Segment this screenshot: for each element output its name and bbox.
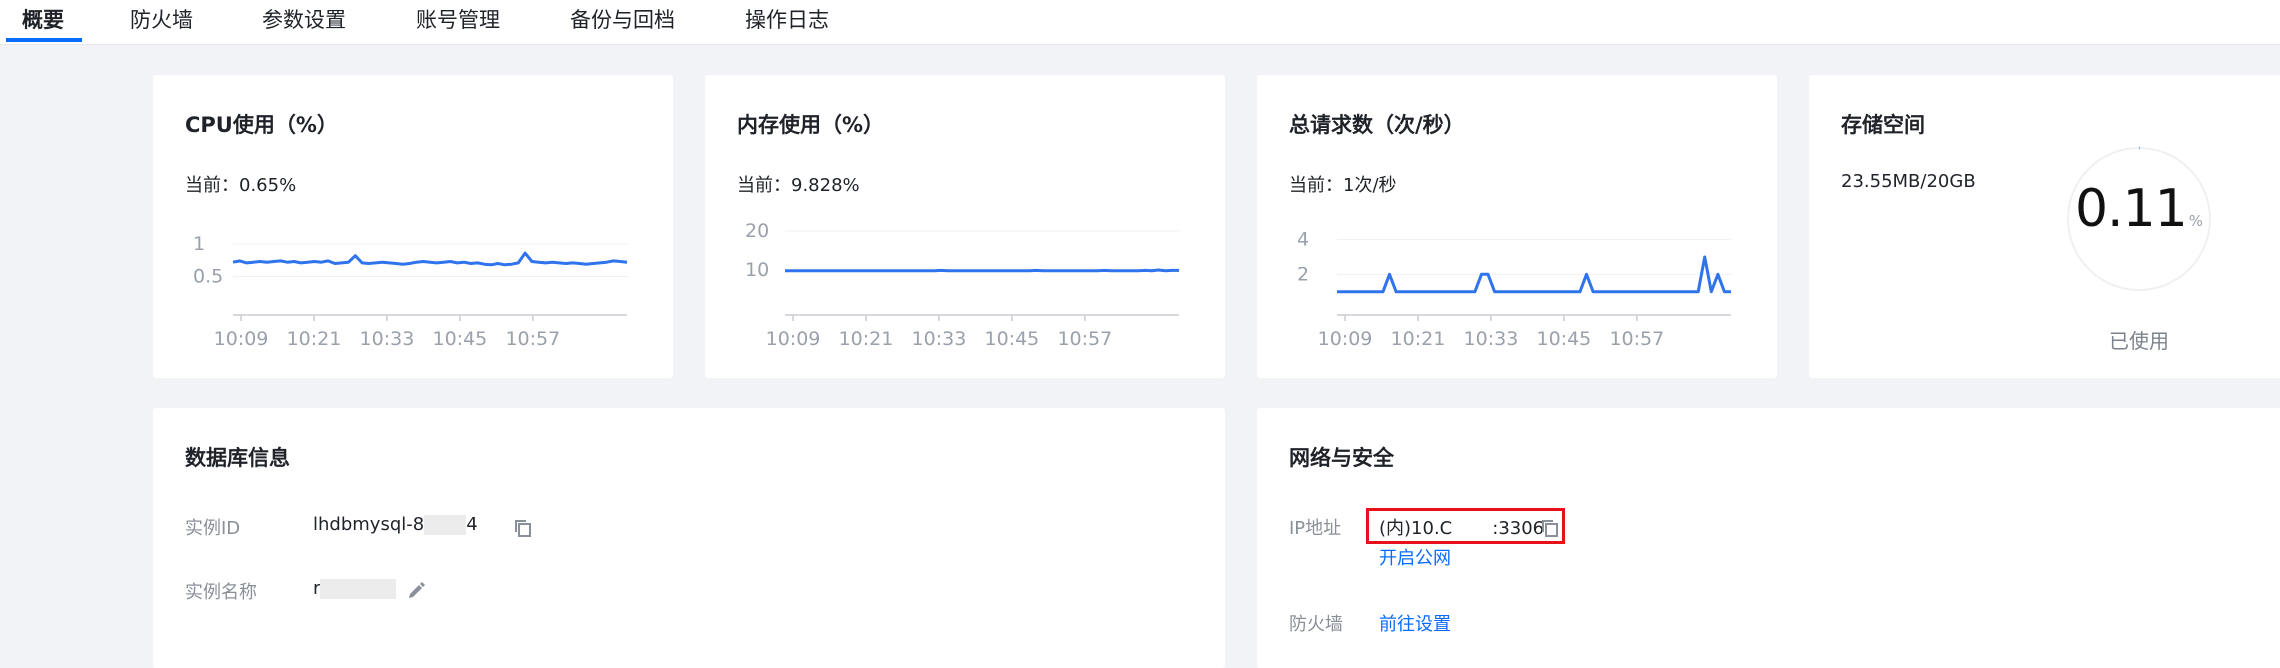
storage-used-caption: 已使用 [2109,329,2169,353]
redacted-block [424,515,467,535]
database-info-title: 数据库信息 [185,446,290,470]
requests-current-value: 当前：1次/秒 [1289,175,1397,196]
network-security-title: 网络与安全 [1289,446,1394,470]
ip-highlight-box [1366,508,1565,544]
instance-id-label: 实例ID [185,518,241,539]
copy-icon[interactable] [513,518,533,538]
instance-id-suffix: 4 [466,514,478,535]
x-tick-label: 10:45 [433,328,488,350]
memory-usage-card: 内存使用（%） 当前：9.828% 20 10 10:09 10:21 10:33 10:… [705,75,1225,378]
cpu-card-title: CPU使用（%） [185,113,338,137]
instance-id-value: lhdbmysql-8 4 [313,514,478,535]
x-tick-label: 10:45 [985,328,1040,350]
ip-address-label: IP地址 [1289,518,1342,539]
tab-parameter-settings[interactable]: 参数设置 [262,0,346,44]
storage-card: 存储空间 23.55MB/20GB 0.11% 已使用 [1809,75,2280,378]
cpu-line-chart[interactable]: 1 0.5 10:09 10:21 10:33 10:45 10:57 [185,223,633,358]
x-tick-label: 10:57 [1609,328,1664,350]
x-tick-label: 10:09 [766,328,821,350]
storage-percent: 0.11% [2065,179,2213,239]
y-tick-label: 2 [1297,263,1309,285]
cpu-current-value: 当前：0.65% [185,175,297,196]
x-tick-label: 10:09 [1318,328,1373,350]
requests-line-chart[interactable]: 4 2 10:09 10:21 10:33 10:45 10:57 [1289,223,1737,358]
x-tick-label: 10:09 [214,328,269,350]
go-to-settings-link[interactable]: 前往设置 [1379,610,1451,636]
instance-id-prefix: lhdbmysql-8 [313,514,425,535]
x-tick-label: 10:33 [360,328,415,350]
y-tick-label: 0.5 [193,266,223,288]
enable-public-network-link[interactable]: 开启公网 [1379,544,1451,570]
requests-card: 总请求数（次/秒） 当前：1次/秒 4 2 10:09 10:21 10:33 10:45… [1257,75,1777,378]
storage-usage-text: 23.55MB/20GB [1841,171,1976,192]
tab-account-management[interactable]: 账号管理 [416,0,500,44]
y-tick-label: 4 [1297,229,1309,251]
storage-percent-unit: % [2188,212,2204,230]
y-tick-label: 20 [745,223,769,242]
tab-bar: 概要 防火墙 参数设置 账号管理 备份与回档 操作日志 [0,0,2280,45]
tab-backup-rollback[interactable]: 备份与回档 [570,0,675,44]
x-tick-label: 10:57 [505,328,560,350]
instance-name-label: 实例名称 [185,582,257,603]
firewall-label: 防火墙 [1289,614,1343,635]
storage-card-title: 存储空间 [1841,113,1925,137]
cpu-usage-card: CPU使用（%） 当前：0.65% 1 0.5 10:09 10:21 10:33 10:… [153,75,673,378]
database-info-card: 数据库信息 实例ID lhdbmysql-8 4 实例名称 r [153,408,1225,668]
active-tab-indicator [6,38,82,42]
edit-pencil-icon[interactable] [405,580,427,602]
x-tick-label: 10:21 [839,328,894,350]
memory-line-chart[interactable]: 20 10 10:09 10:21 10:33 10:45 10:57 [737,223,1185,358]
tab-firewall[interactable]: 防火墙 [130,0,193,44]
instance-name-prefix: r [313,578,321,599]
instance-name-value: r [313,578,397,599]
storage-percent-value: 0.11 [2074,179,2188,239]
x-tick-label: 10:33 [912,328,967,350]
y-tick-label: 10 [745,259,769,281]
series-line [232,251,628,267]
x-tick-label: 10:21 [1391,328,1446,350]
x-tick-label: 10:21 [287,328,342,350]
memory-current-value: 当前：9.828% [737,175,860,196]
x-tick-label: 10:33 [1464,328,1519,350]
tab-operation-log[interactable]: 操作日志 [745,0,829,44]
requests-card-title: 总请求数（次/秒） [1289,113,1465,137]
x-tick-label: 10:45 [1537,328,1592,350]
x-tick-label: 10:57 [1057,328,1112,350]
y-tick-label: 1 [193,233,205,255]
redacted-block [320,579,397,599]
memory-card-title: 内存使用（%） [737,113,885,137]
series-line [785,268,1179,273]
